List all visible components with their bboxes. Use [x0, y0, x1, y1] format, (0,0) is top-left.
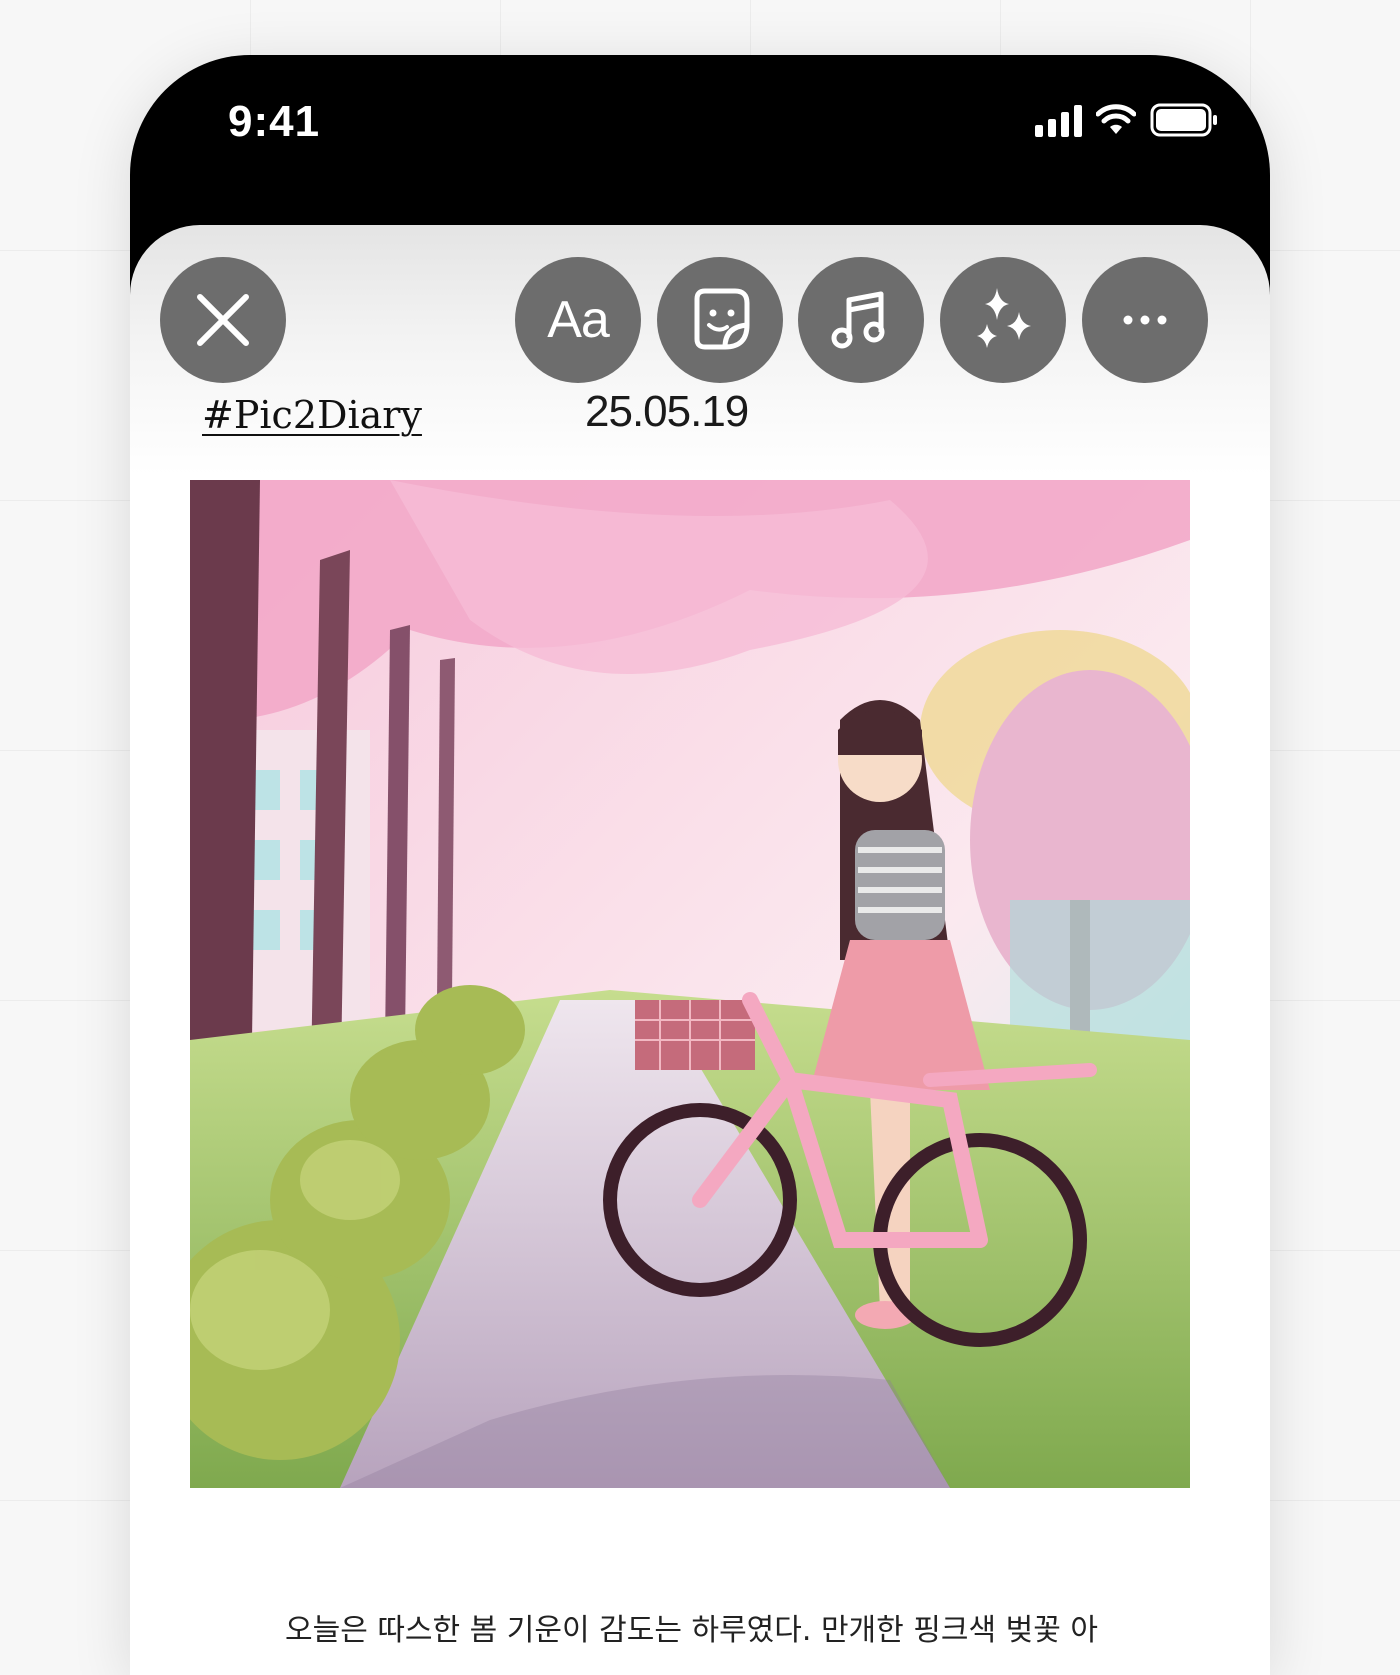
effects-button[interactable] — [940, 257, 1066, 383]
text-tool-label: Aa — [547, 291, 610, 349]
close-button[interactable] — [160, 257, 286, 383]
sticker-button[interactable] — [657, 257, 783, 383]
diary-date: 25.05.19 — [585, 387, 749, 436]
diary-text: 오늘은 따스한 봄 기운이 감도는 하루였다. 만개한 핑크색 벚꽃 아 — [285, 1613, 1098, 1648]
status-time: 9:41 — [228, 97, 321, 146]
sparkles-icon — [977, 288, 1031, 348]
diary-sheet: Aa #Pic2Diary 25.05.19 오늘은 따스한 봄 기운이 감도는… — [130, 225, 1270, 1675]
ellipsis-icon — [1123, 315, 1167, 325]
diary-illustration — [190, 480, 1190, 1488]
cellular-signal-icon — [1035, 103, 1082, 137]
text-button[interactable]: Aa — [515, 257, 641, 383]
phone-frame: 9:41 Aa #Pic2Diary 25.05.19 오늘은 따스한 봄 기운… — [130, 55, 1270, 1675]
hashtag-link[interactable]: #Pic2Diary — [202, 393, 422, 437]
status-icons — [1035, 103, 1220, 137]
music-button[interactable] — [798, 257, 924, 383]
wifi-icon — [1096, 104, 1136, 134]
battery-icon — [1150, 103, 1217, 137]
close-icon — [197, 294, 249, 346]
music-note-icon — [831, 291, 885, 349]
sticker-icon — [694, 288, 750, 350]
more-button[interactable] — [1082, 257, 1208, 383]
status-bar: 9:41 — [130, 55, 1270, 225]
